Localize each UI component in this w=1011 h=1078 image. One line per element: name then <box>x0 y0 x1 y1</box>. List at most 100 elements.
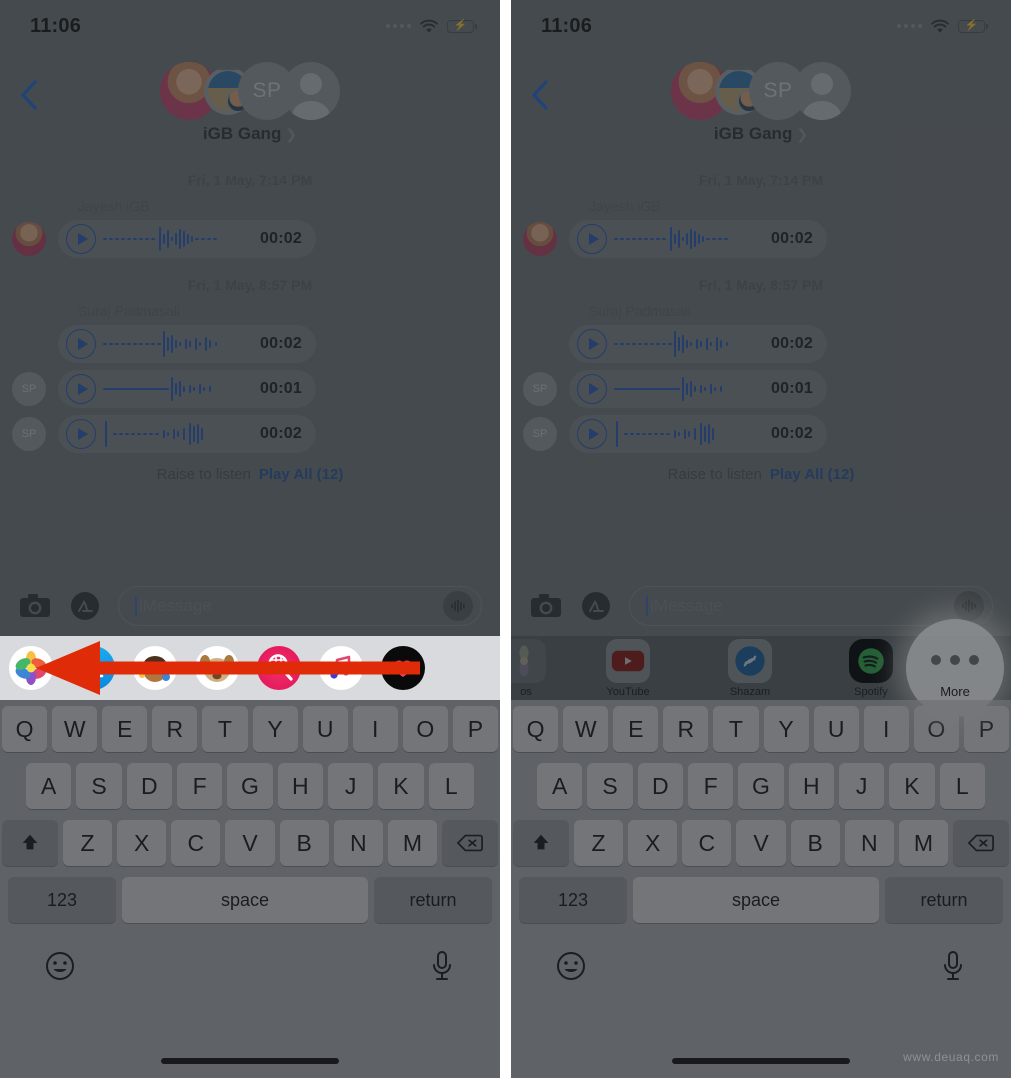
key-n[interactable]: N <box>844 820 894 866</box>
camera-icon[interactable] <box>18 589 52 623</box>
key-i[interactable]: I <box>863 706 909 752</box>
key-z[interactable]: Z <box>63 820 113 866</box>
imessage-app-drawer[interactable]: os YouTube Shazam Spotify More <box>511 619 1011 717</box>
key-l[interactable]: L <box>428 763 474 809</box>
key-c[interactable]: C <box>682 820 732 866</box>
emoji-icon[interactable] <box>44 950 76 982</box>
audio-waveform-icon[interactable] <box>443 591 473 621</box>
play-icon[interactable] <box>66 419 96 449</box>
audio-message-bubble[interactable]: 00:02 <box>569 325 827 363</box>
drawer-app-images[interactable] <box>248 646 310 690</box>
key-space[interactable]: space <box>122 877 368 923</box>
key-c[interactable]: C <box>171 820 221 866</box>
play-icon[interactable] <box>66 329 96 359</box>
key-numbers[interactable]: 123 <box>8 877 116 923</box>
drawer-app-store[interactable] <box>62 646 124 690</box>
more-button[interactable]: More <box>906 619 1004 717</box>
drawer-app-memoji[interactable] <box>124 646 186 690</box>
play-all-button[interactable]: Play All (12) <box>259 466 343 483</box>
microphone-icon[interactable] <box>939 949 967 983</box>
audio-message-bubble[interactable]: 00:02 <box>58 325 316 363</box>
key-s[interactable]: S <box>587 763 633 809</box>
audio-message-row[interactable]: SP 00:01 <box>511 370 1011 415</box>
audio-message-row[interactable]: SP 00:02 <box>511 415 1011 460</box>
key-g[interactable]: G <box>227 763 273 809</box>
play-icon[interactable] <box>577 329 607 359</box>
imessage-input[interactable]: iMessage <box>118 586 482 626</box>
audio-message-row[interactable]: 00:02 <box>511 325 1011 370</box>
key-o[interactable]: O <box>402 706 448 752</box>
key-h[interactable]: H <box>788 763 834 809</box>
key-space[interactable]: space <box>633 877 879 923</box>
drawer-app-animoji[interactable] <box>186 646 248 690</box>
key-t[interactable]: T <box>713 706 759 752</box>
key-m[interactable]: M <box>387 820 437 866</box>
key-j[interactable]: J <box>838 763 885 809</box>
key-w[interactable]: W <box>563 706 609 752</box>
key-numbers[interactable]: 123 <box>519 877 627 923</box>
key-k[interactable]: K <box>378 763 424 809</box>
key-return[interactable]: return <box>885 877 1003 923</box>
key-d[interactable]: D <box>637 763 683 809</box>
shift-icon[interactable] <box>513 820 569 866</box>
app-store-icon[interactable] <box>68 589 102 623</box>
drawer-app-digital-touch[interactable] <box>372 646 434 690</box>
key-q[interactable]: Q <box>2 706 48 752</box>
key-u[interactable]: U <box>302 706 348 752</box>
emoji-icon[interactable] <box>555 950 587 982</box>
app-store-icon[interactable] <box>579 589 613 623</box>
key-e[interactable]: E <box>102 706 148 752</box>
audio-message-bubble[interactable]: 00:01 <box>569 370 827 408</box>
play-icon[interactable] <box>577 419 607 449</box>
audio-message-row[interactable]: SP 00:02 <box>0 415 500 460</box>
key-p[interactable]: P <box>452 706 498 752</box>
drawer-app-photos[interactable] <box>0 646 62 690</box>
key-return[interactable]: return <box>374 877 492 923</box>
group-avatar-stack[interactable]: SP <box>671 58 851 124</box>
audio-message-row[interactable]: 00:02 <box>0 220 500 265</box>
key-s[interactable]: S <box>76 763 122 809</box>
key-w[interactable]: W <box>52 706 98 752</box>
play-icon[interactable] <box>66 224 96 254</box>
key-m[interactable]: M <box>898 820 948 866</box>
audio-message-bubble[interactable]: 00:02 <box>58 220 316 258</box>
backspace-icon[interactable] <box>441 820 498 866</box>
key-b[interactable]: B <box>790 820 840 866</box>
group-title[interactable]: iGB Gang ❯ <box>714 124 808 144</box>
key-y[interactable]: Y <box>763 706 809 752</box>
audio-message-bubble[interactable]: 00:02 <box>569 415 827 453</box>
play-icon[interactable] <box>577 224 607 254</box>
key-a[interactable]: A <box>537 763 583 809</box>
audio-message-row[interactable]: 00:02 <box>0 325 500 370</box>
microphone-icon[interactable] <box>428 949 456 983</box>
back-chevron-icon[interactable] <box>527 78 553 112</box>
key-r[interactable]: R <box>152 706 198 752</box>
audio-message-row[interactable]: 00:02 <box>511 220 1011 265</box>
key-i[interactable]: I <box>352 706 398 752</box>
on-screen-keyboard[interactable]: Q W E R T Y U I O P A S D F G H J K L Z … <box>511 700 1011 1078</box>
key-b[interactable]: B <box>279 820 329 866</box>
key-e[interactable]: E <box>613 706 659 752</box>
imessage-input[interactable]: iMessage <box>629 586 993 626</box>
key-x[interactable]: X <box>117 820 167 866</box>
key-z[interactable]: Z <box>574 820 624 866</box>
key-y[interactable]: Y <box>252 706 298 752</box>
audio-message-bubble[interactable]: 00:01 <box>58 370 316 408</box>
imessage-app-drawer[interactable] <box>0 636 500 700</box>
key-u[interactable]: U <box>813 706 859 752</box>
key-q[interactable]: Q <box>513 706 559 752</box>
drawer-app-photos[interactable]: os <box>511 638 567 698</box>
drawer-app-music[interactable] <box>310 646 372 690</box>
play-icon[interactable] <box>577 374 607 404</box>
key-d[interactable]: D <box>126 763 172 809</box>
key-f[interactable]: F <box>688 763 734 809</box>
key-v[interactable]: V <box>736 820 786 866</box>
audio-message-bubble[interactable]: 00:02 <box>58 415 316 453</box>
key-k[interactable]: K <box>889 763 935 809</box>
group-title[interactable]: iGB Gang ❯ <box>203 124 297 144</box>
group-avatar-stack[interactable]: SP <box>160 58 340 124</box>
key-f[interactable]: F <box>177 763 223 809</box>
audio-message-row[interactable]: SP 00:01 <box>0 370 500 415</box>
key-a[interactable]: A <box>26 763 72 809</box>
drawer-app-shazam[interactable]: Shazam <box>689 638 811 698</box>
